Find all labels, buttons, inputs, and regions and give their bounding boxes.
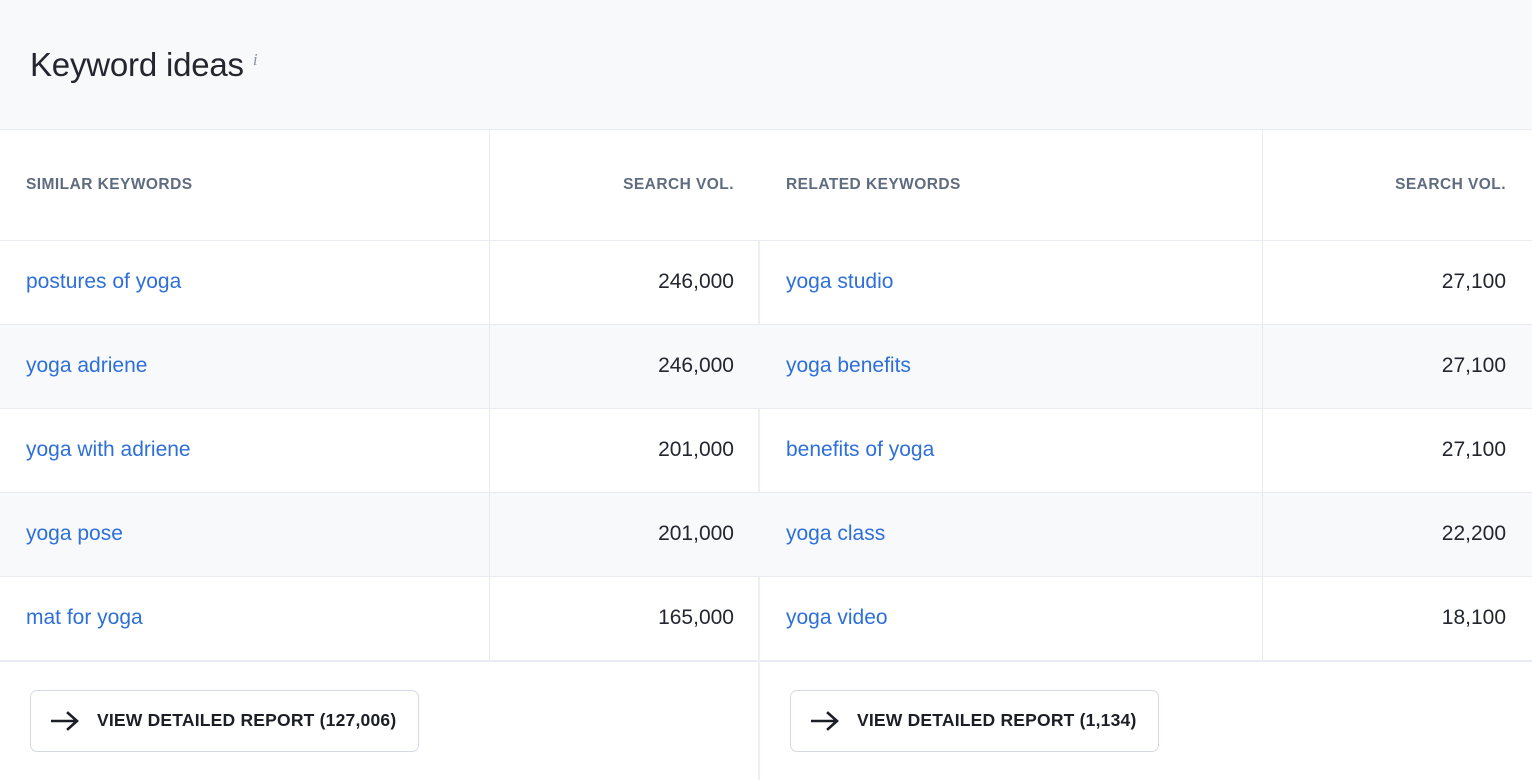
card-header: Keyword ideas i bbox=[0, 0, 1532, 130]
table-header-row: SIMILAR KEYWORDS SEARCH VOL. bbox=[0, 130, 760, 240]
volume-value: 201,000 bbox=[658, 438, 734, 461]
keyword-link[interactable]: yoga class bbox=[786, 522, 885, 545]
tables-container: SIMILAR KEYWORDS SEARCH VOL. postures of… bbox=[0, 130, 1532, 780]
table-row: yoga adriene 246,000 bbox=[0, 324, 760, 408]
table-row: yoga pose 201,000 bbox=[0, 492, 760, 576]
keyword-cell: postures of yoga bbox=[0, 240, 489, 324]
keyword-cell: mat for yoga bbox=[0, 576, 489, 660]
keyword-cell: yoga video bbox=[760, 576, 1262, 660]
keyword-link[interactable]: yoga adriene bbox=[26, 354, 147, 377]
volume-value: 246,000 bbox=[658, 270, 734, 293]
keyword-cell: yoga adriene bbox=[0, 324, 489, 408]
volume-cell: 201,000 bbox=[489, 492, 760, 576]
volume-cell: 201,000 bbox=[489, 408, 760, 492]
volume-cell: 18,100 bbox=[1262, 576, 1532, 660]
keyword-cell: yoga class bbox=[760, 492, 1262, 576]
keyword-ideas-card: Keyword ideas i SIMILAR KEYWORDS SEARCH … bbox=[0, 0, 1532, 780]
related-keywords-footer: VIEW DETAILED REPORT (1,134) bbox=[760, 661, 1532, 780]
related-keywords-pane: RELATED KEYWORDS SEARCH VOL. yoga studio… bbox=[760, 130, 1532, 780]
volume-value: 201,000 bbox=[658, 522, 734, 545]
column-header-related-keywords[interactable]: RELATED KEYWORDS bbox=[760, 130, 1262, 240]
table-row: benefits of yoga 27,100 bbox=[760, 408, 1532, 492]
info-icon[interactable]: i bbox=[253, 50, 258, 70]
keyword-link[interactable]: yoga pose bbox=[26, 522, 123, 545]
related-keywords-table: RELATED KEYWORDS SEARCH VOL. yoga studio… bbox=[760, 130, 1532, 661]
keyword-link[interactable]: benefits of yoga bbox=[786, 438, 934, 461]
volume-value: 27,100 bbox=[1442, 438, 1506, 461]
keyword-cell: benefits of yoga bbox=[760, 408, 1262, 492]
volume-cell: 27,100 bbox=[1262, 240, 1532, 324]
keyword-link[interactable]: yoga benefits bbox=[786, 354, 911, 377]
arrow-right-icon bbox=[51, 711, 81, 731]
volume-cell: 246,000 bbox=[489, 240, 760, 324]
button-label: VIEW DETAILED REPORT (127,006) bbox=[97, 710, 396, 731]
table-header-row: RELATED KEYWORDS SEARCH VOL. bbox=[760, 130, 1532, 240]
volume-cell: 22,200 bbox=[1262, 492, 1532, 576]
volume-value: 165,000 bbox=[658, 606, 734, 629]
column-header-search-volume[interactable]: SEARCH VOL. bbox=[1262, 130, 1532, 240]
volume-value: 27,100 bbox=[1442, 354, 1506, 377]
keyword-cell: yoga pose bbox=[0, 492, 489, 576]
keyword-link[interactable]: yoga with adriene bbox=[26, 438, 191, 461]
button-label: VIEW DETAILED REPORT (1,134) bbox=[857, 710, 1136, 731]
column-header-search-volume[interactable]: SEARCH VOL. bbox=[489, 130, 760, 240]
table-row: postures of yoga 246,000 bbox=[0, 240, 760, 324]
keyword-link[interactable]: postures of yoga bbox=[26, 270, 181, 293]
volume-value: 246,000 bbox=[658, 354, 734, 377]
table-row: yoga studio 27,100 bbox=[760, 240, 1532, 324]
view-detailed-report-button-related[interactable]: VIEW DETAILED REPORT (1,134) bbox=[790, 690, 1159, 752]
view-detailed-report-button-similar[interactable]: VIEW DETAILED REPORT (127,006) bbox=[30, 690, 419, 752]
table-row: mat for yoga 165,000 bbox=[0, 576, 760, 660]
volume-cell: 246,000 bbox=[489, 324, 760, 408]
arrow-right-icon bbox=[811, 711, 841, 731]
volume-value: 27,100 bbox=[1442, 270, 1506, 293]
volume-cell: 27,100 bbox=[1262, 324, 1532, 408]
keyword-cell: yoga studio bbox=[760, 240, 1262, 324]
table-row: yoga benefits 27,100 bbox=[760, 324, 1532, 408]
table-row: yoga with adriene 201,000 bbox=[0, 408, 760, 492]
page-title: Keyword ideas bbox=[30, 48, 244, 81]
table-row: yoga class 22,200 bbox=[760, 492, 1532, 576]
column-header-similar-keywords[interactable]: SIMILAR KEYWORDS bbox=[0, 130, 489, 240]
similar-keywords-table: SIMILAR KEYWORDS SEARCH VOL. postures of… bbox=[0, 130, 760, 661]
keyword-link[interactable]: yoga video bbox=[786, 606, 888, 629]
keyword-cell: yoga benefits bbox=[760, 324, 1262, 408]
volume-value: 18,100 bbox=[1442, 606, 1506, 629]
volume-cell: 165,000 bbox=[489, 576, 760, 660]
table-row: yoga video 18,100 bbox=[760, 576, 1532, 660]
keyword-cell: yoga with adriene bbox=[0, 408, 489, 492]
keyword-link[interactable]: yoga studio bbox=[786, 270, 893, 293]
similar-keywords-pane: SIMILAR KEYWORDS SEARCH VOL. postures of… bbox=[0, 130, 760, 780]
keyword-link[interactable]: mat for yoga bbox=[26, 606, 143, 629]
similar-keywords-footer: VIEW DETAILED REPORT (127,006) bbox=[0, 661, 758, 780]
volume-cell: 27,100 bbox=[1262, 408, 1532, 492]
volume-value: 22,200 bbox=[1442, 522, 1506, 545]
